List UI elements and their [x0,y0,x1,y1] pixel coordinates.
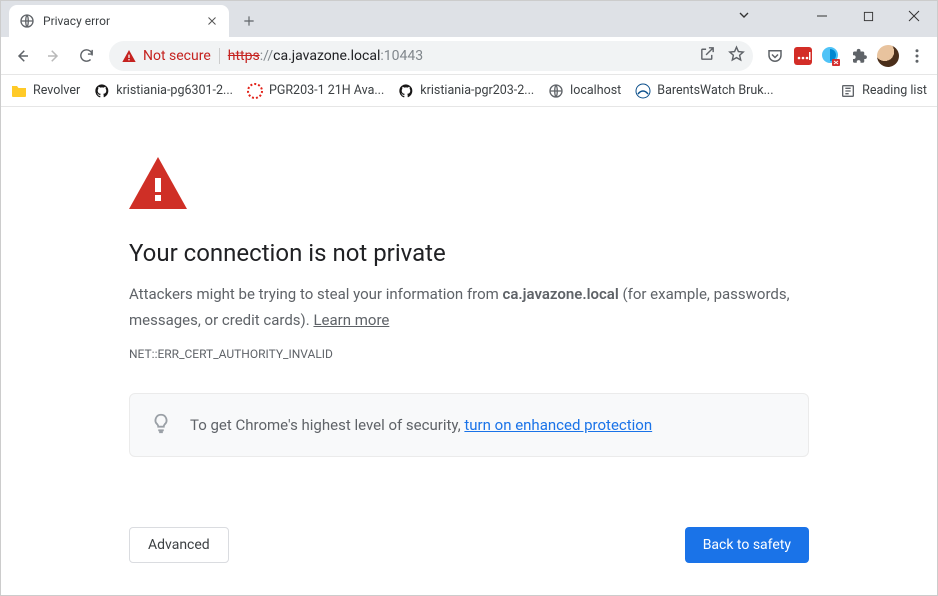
error-code: NET::ERR_CERT_AUTHORITY_INVALID [129,347,809,361]
security-tip-box: To get Chrome's highest level of securit… [129,393,809,457]
bookmark-item[interactable]: BarentsWatch Bruk... [635,83,773,99]
warning-triangle-icon [121,48,137,64]
menu-icon[interactable] [907,46,927,66]
close-window-button[interactable] [891,1,937,31]
profile-avatar[interactable] [877,45,899,67]
bookmark-item[interactable]: localhost [548,83,621,99]
bookmark-star-icon[interactable] [728,45,745,66]
warning-triangle-icon [129,157,809,213]
back-button[interactable] [7,41,37,71]
titlebar: Privacy error [1,1,937,37]
share-icon[interactable] [699,45,716,66]
tab-title: Privacy error [43,14,197,28]
extension-icon[interactable] [821,46,841,66]
canvas-icon [247,83,263,99]
github-icon [94,83,110,99]
security-label: Not secure [143,48,211,64]
browser-tab[interactable]: Privacy error [9,5,229,37]
url-text: https://ca.javazone.local:10443 [228,48,423,64]
reading-list-button[interactable]: Reading list [840,83,927,99]
bookmark-item[interactable]: kristiania-pg6301-2... [94,83,233,99]
folder-icon [11,83,27,99]
extensions-area [761,45,931,67]
globe-icon [548,83,564,99]
lightbulb-icon [150,412,172,438]
new-tab-button[interactable] [235,7,263,35]
divider [219,48,220,64]
security-indicator[interactable]: Not secure [121,48,211,64]
window-controls [799,1,937,31]
bookmark-item[interactable]: Revolver [11,83,80,99]
learn-more-link[interactable]: Learn more [313,311,389,329]
minimize-button[interactable] [799,1,845,31]
tab-search-icon[interactable] [736,7,752,27]
page-heading: Your connection is not private [129,239,809,267]
advanced-button[interactable]: Advanced [129,527,229,563]
bookmarks-bar: Revolver kristiania-pg6301-2... PGR203-1… [1,75,937,107]
maximize-button[interactable] [845,1,891,31]
pocket-icon[interactable] [765,46,785,66]
back-to-safety-button[interactable]: Back to safety [685,527,809,563]
page-description: Attackers might be trying to steal your … [129,282,809,333]
forward-button[interactable] [39,41,69,71]
toolbar: Not secure https://ca.javazone.local:104… [1,37,937,75]
close-tab-icon[interactable] [205,14,219,28]
github-icon [398,83,414,99]
address-bar[interactable]: Not secure https://ca.javazone.local:104… [109,41,753,71]
lastpass-icon[interactable] [793,46,813,66]
reload-button[interactable] [71,41,101,71]
bookmark-item[interactable]: PGR203-1 21H Ava... [247,83,384,99]
page-content: Your connection is not private Attackers… [1,107,937,595]
reading-list-icon [840,83,856,99]
globe-icon [19,13,35,29]
bookmark-item[interactable]: kristiania-pgr203-2... [398,83,534,99]
site-icon [635,83,651,99]
extensions-puzzle-icon[interactable] [849,46,869,66]
enhanced-protection-link[interactable]: turn on enhanced protection [464,416,652,434]
